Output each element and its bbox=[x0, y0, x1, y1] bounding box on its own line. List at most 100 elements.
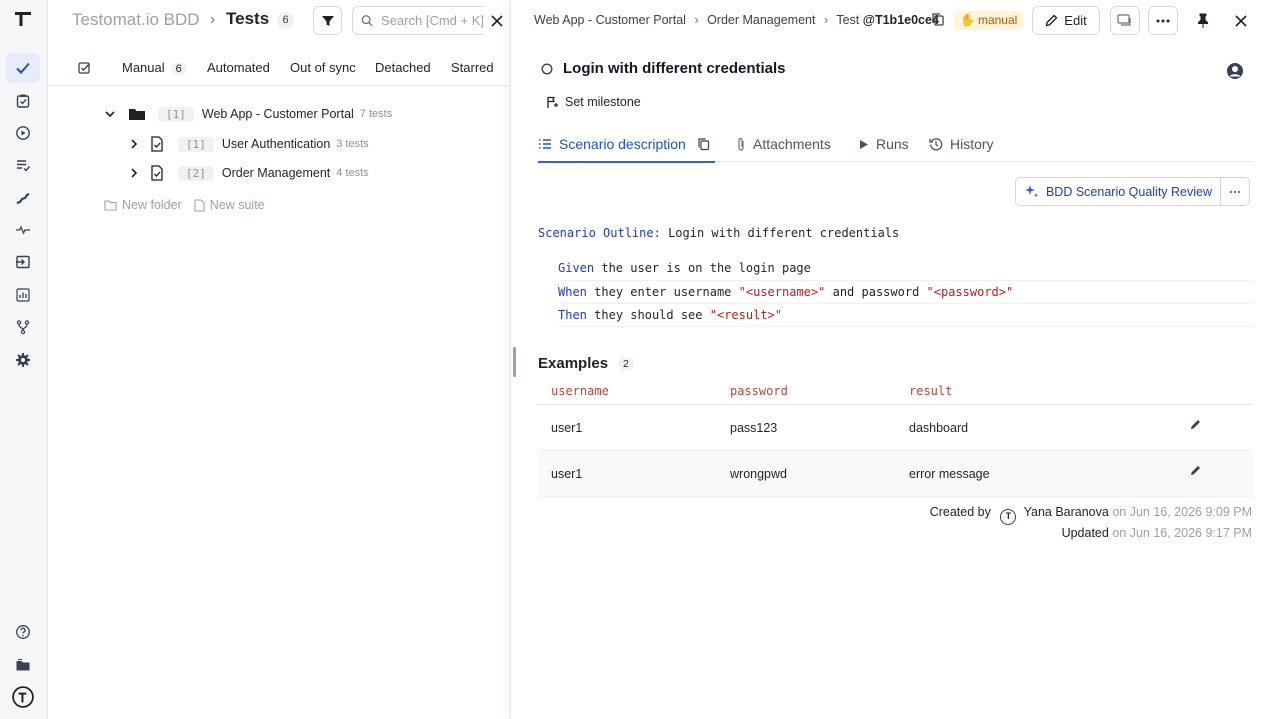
rail-settings-button[interactable] bbox=[6, 345, 40, 375]
tab-history[interactable]: History bbox=[929, 136, 994, 152]
manual-status-badge: ✋ manual bbox=[954, 11, 1024, 30]
bdd-quality-review-button[interactable]: BDD Scenario Quality Review bbox=[1015, 177, 1221, 206]
breadcrumb-separator: › bbox=[210, 11, 215, 28]
tree-folder-web-app[interactable]: [1] Web App - Customer Portal 7 tests bbox=[104, 103, 392, 125]
test-title-row: Login with different credentials bbox=[541, 60, 786, 77]
tab-runs[interactable]: Runs bbox=[859, 136, 909, 152]
play-icon bbox=[860, 139, 868, 149]
test-id: @T1b1e0ce4 bbox=[862, 13, 939, 27]
filter-button[interactable] bbox=[313, 6, 342, 35]
panel-resize-handle[interactable] bbox=[513, 347, 516, 377]
step-param: "<result>" bbox=[709, 308, 782, 322]
column-header: password bbox=[730, 384, 788, 398]
tree-count: 7 tests bbox=[359, 108, 393, 120]
rail-steps-button[interactable] bbox=[6, 183, 40, 213]
rail-import-button[interactable] bbox=[6, 247, 40, 277]
comments-icon bbox=[1117, 13, 1131, 26]
help-icon bbox=[16, 625, 30, 639]
close-search-button[interactable] bbox=[484, 6, 510, 35]
rail-pulse-button[interactable] bbox=[6, 215, 40, 245]
suite-file-icon bbox=[151, 136, 163, 152]
close-icon bbox=[1235, 14, 1247, 27]
chevron-right-icon[interactable] bbox=[128, 167, 140, 179]
rail-account-button[interactable] bbox=[6, 682, 40, 712]
review-more-button[interactable] bbox=[1220, 177, 1250, 206]
breadcrumb-project[interactable]: Testomat.io BDD bbox=[72, 10, 200, 30]
scenario-outline-line: Scenario Outline: Login with different c… bbox=[538, 226, 899, 240]
step-keyword: Then bbox=[558, 308, 587, 322]
rail-tests-button[interactable] bbox=[6, 53, 40, 83]
new-suite-button[interactable]: New suite bbox=[194, 198, 265, 212]
edit-button[interactable]: Edit bbox=[1032, 6, 1100, 35]
chevron-right-icon[interactable] bbox=[128, 138, 140, 150]
paperclip-icon bbox=[738, 137, 744, 151]
edit-label: Edit bbox=[1064, 13, 1087, 28]
tab-starred[interactable]: Starred bbox=[451, 60, 494, 75]
rail-projects-button[interactable] bbox=[6, 650, 40, 680]
close-icon bbox=[491, 14, 503, 27]
detail-breadcrumb: Web App - Customer Portal › Order Manage… bbox=[534, 13, 939, 27]
rail-analytics-button[interactable] bbox=[6, 280, 40, 310]
test-title: Login with different credentials bbox=[563, 60, 786, 77]
examples-table: username password result user1 pass123 d… bbox=[538, 380, 1253, 497]
active-tab-underline bbox=[538, 161, 715, 163]
step-when: When they enter username "<username>" an… bbox=[558, 281, 1013, 303]
tree-suite-user-authentication[interactable]: [1] User Authentication 3 tests bbox=[128, 133, 369, 155]
folder-plus-icon bbox=[104, 200, 117, 211]
column-header: username bbox=[551, 384, 609, 398]
edit-row-icon[interactable] bbox=[1190, 418, 1202, 430]
step-param: "<username>" bbox=[738, 285, 826, 299]
rail-plans-button[interactable] bbox=[6, 150, 40, 180]
rail-branches-button[interactable] bbox=[6, 312, 40, 342]
tests-tabs: Manual 6 Automated Out of sync Detached S… bbox=[48, 50, 510, 86]
table-cell: error message bbox=[909, 467, 990, 481]
chevron-down-icon[interactable] bbox=[104, 108, 116, 120]
edit-row-icon[interactable] bbox=[1190, 464, 1202, 476]
author-name[interactable]: Yana Baranova bbox=[1024, 505, 1109, 519]
step-text: and password bbox=[832, 285, 920, 299]
table-cell: dashboard bbox=[909, 421, 969, 435]
play-circle-icon bbox=[16, 126, 30, 140]
rail-play-button[interactable] bbox=[6, 118, 40, 148]
examples-count-badge: 2 bbox=[618, 356, 634, 371]
tab-out-of-sync[interactable]: Out of sync bbox=[290, 60, 356, 75]
updated-label: Updated bbox=[1061, 525, 1109, 540]
tab-scenario-description[interactable]: Scenario description bbox=[538, 136, 715, 163]
tree-suite-order-management[interactable]: [2] Order Management 4 tests bbox=[128, 162, 369, 184]
breadcrumb-suite[interactable]: Web App - Customer Portal bbox=[534, 13, 686, 27]
step-text: they should see bbox=[594, 308, 703, 322]
select-tests-icon[interactable] bbox=[78, 61, 92, 75]
breadcrumb-test-prefix: Test bbox=[836, 13, 860, 27]
assignee-avatar-icon[interactable] bbox=[1226, 62, 1244, 80]
tab-automated[interactable]: Automated bbox=[207, 60, 270, 75]
more-options-button[interactable] bbox=[1148, 6, 1178, 35]
step-param: "<password>" bbox=[926, 285, 1014, 299]
search-input[interactable]: Search [Cmd + K] bbox=[352, 6, 484, 35]
rail-runs-button[interactable] bbox=[6, 86, 40, 116]
clipboard-check-icon bbox=[16, 94, 30, 108]
set-milestone-button[interactable]: Set milestone bbox=[546, 95, 641, 109]
breadcrumb-sub-suite[interactable]: Order Management bbox=[707, 13, 815, 27]
table-cell: user1 bbox=[551, 421, 583, 435]
copy-icon[interactable] bbox=[697, 137, 710, 151]
account-logo-icon bbox=[12, 686, 34, 708]
new-folder-button[interactable]: New folder bbox=[104, 198, 182, 212]
tab-attachments[interactable]: Attachments bbox=[736, 136, 831, 152]
steps-icon bbox=[16, 193, 30, 205]
list-check-icon bbox=[17, 160, 31, 172]
tree-actions: New folder New suite bbox=[104, 198, 265, 212]
sparkles-icon bbox=[1024, 185, 1039, 198]
rail-help-button[interactable] bbox=[6, 617, 40, 647]
tab-detached[interactable]: Detached bbox=[375, 60, 431, 75]
tab-manual[interactable]: Manual 6 bbox=[122, 60, 187, 75]
comments-button[interactable] bbox=[1110, 6, 1140, 35]
new-suite-label: New suite bbox=[209, 198, 265, 212]
tests-count-badge: 6 bbox=[277, 12, 294, 29]
close-panel-button[interactable] bbox=[1226, 6, 1256, 35]
testomat-logo-icon[interactable] bbox=[12, 8, 34, 30]
copy-id-icon[interactable] bbox=[931, 12, 945, 27]
folder-icon bbox=[16, 659, 30, 671]
tests-topbar: Testomat.io BDD › Tests 6 Search [Cmd + … bbox=[48, 0, 510, 42]
step-given: Given the user is on the login page bbox=[558, 257, 811, 279]
pin-button[interactable] bbox=[1188, 6, 1218, 35]
